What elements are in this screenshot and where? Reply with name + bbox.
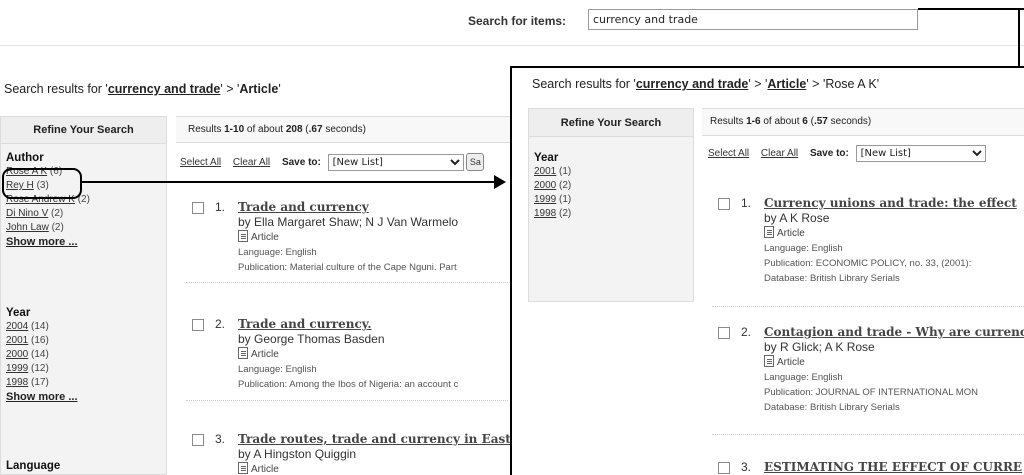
result-type: Article (251, 464, 279, 475)
article-icon (238, 462, 248, 474)
annotation-line (1018, 8, 1020, 70)
clear-all-link[interactable]: Clear All (233, 157, 270, 168)
result-number: 3. (741, 460, 752, 474)
result-checkbox[interactable] (718, 198, 730, 210)
result-number: 1. (741, 196, 752, 210)
result-language: Language: English (238, 247, 317, 258)
save-to-label: Save to: (281, 156, 321, 168)
result-title-link[interactable]: Trade and currency (238, 200, 369, 214)
result-checkbox[interactable] (192, 319, 204, 331)
result-publication: Publication: Among the Ibos of Nigeria: … (238, 379, 459, 390)
annotation-line (918, 8, 1024, 10)
result-authors: by George Thomas Basden (238, 332, 385, 346)
facet-item[interactable]: John Law (2) (6, 221, 90, 235)
facet-item[interactable]: 2001 (1) (534, 165, 571, 179)
query-link[interactable]: currency and trade (108, 82, 221, 96)
result-number: 2. (741, 325, 752, 339)
result-checkbox[interactable] (192, 202, 204, 214)
facet-heading: Author (6, 152, 44, 164)
result-title-link[interactable]: ESTIMATING THE EFFECT OF CURRE (764, 460, 1022, 474)
article-icon (764, 355, 774, 367)
zoomed-results-panel: Search results for 'currency and trade' … (510, 66, 1024, 475)
show-more-link[interactable]: Show more ... (6, 236, 78, 248)
year-facet: Year 2004 (14) 2001 (16) 2000 (14) 1999 … (6, 306, 78, 405)
result-number: 1. (215, 200, 226, 214)
save-to-label: Save to: (809, 148, 849, 159)
save-list-select[interactable]: [New List] (855, 145, 986, 162)
facet-item[interactable]: 2000 (14) (6, 348, 78, 362)
facet-heading: Year (534, 152, 559, 164)
divider (186, 400, 508, 401)
facet-item[interactable]: 1998 (17) (6, 376, 78, 390)
result-publication: Publication: JOURNAL OF INTERNATIONAL MO… (764, 387, 978, 398)
annotation-arrow (82, 181, 496, 183)
results-summary: Results 1-6 of about 6 (.57 seconds) (702, 108, 1024, 136)
result-language: Language: English (764, 243, 843, 254)
result-type: Article (777, 228, 805, 239)
divider (712, 434, 1024, 435)
author-facet: Author Rose A K (6) Rey H (3) Rose Andre… (6, 151, 90, 250)
facet-item[interactable]: 2004 (14) (6, 320, 78, 334)
result-language: Language: English (764, 372, 843, 383)
result-checkbox[interactable] (718, 462, 730, 474)
year-facet: Year 2001 (1) 2000 (2) 1999 (1) 1998 (2) (534, 151, 571, 221)
result-database: Database: British Library Serials (764, 273, 900, 284)
arrow-head-icon (494, 175, 506, 189)
result-title-link[interactable]: Contagion and trade - Why are currenc (764, 325, 1024, 339)
result-number: 3. (215, 432, 226, 446)
result-authors: by A Hingston Quiggin (238, 447, 357, 461)
select-all-link[interactable]: Select All (180, 157, 221, 168)
article-icon (764, 226, 774, 238)
facet-item[interactable]: 1999 (1) (534, 193, 571, 207)
facet-heading: Year (6, 307, 31, 319)
article-icon (238, 347, 248, 359)
facet-item[interactable]: Di Nino V (2) (6, 207, 90, 221)
result-type: Article (251, 232, 279, 243)
result-type: Article (251, 349, 279, 360)
result-database: Database: British Library Serials (764, 402, 900, 413)
save-list-select[interactable]: [New List] (327, 153, 464, 171)
facet-item[interactable]: 2000 (2) (534, 179, 571, 193)
results-toolbar: Select All Clear All Save to: [New List] (708, 145, 986, 162)
result-title-link[interactable]: Trade and currency. (238, 317, 372, 331)
divider (186, 282, 508, 283)
result-number: 2. (215, 317, 226, 331)
result-language: Language: English (238, 364, 317, 375)
refine-title: Refine Your Search (529, 109, 693, 137)
clear-all-link[interactable]: Clear All (761, 148, 798, 159)
results-toolbar: Select All Clear All Save to: [New List]… (180, 153, 485, 171)
facet-crumb: Article (239, 82, 279, 96)
language-facet: Language (6, 459, 60, 473)
article-icon (238, 230, 248, 242)
results-header: Search results for 'currency and trade' … (4, 82, 281, 96)
results-header: Search results for 'currency and trade' … (532, 77, 880, 91)
divider (712, 306, 1024, 307)
refine-title: Refine Your Search (1, 117, 166, 144)
result-type: Article (777, 357, 805, 368)
result-publication: Publication: ECONOMIC POLICY, no. 33, (2… (764, 258, 972, 269)
result-publication: Publication: Material culture of the Cap… (238, 262, 457, 273)
result-authors: by R Glick; A K Rose (764, 340, 875, 354)
save-button[interactable]: Sa (466, 153, 485, 171)
result-title-link[interactable]: Currency unions and trade: the effect (764, 196, 1017, 210)
facet-item[interactable]: 2001 (16) (6, 334, 78, 348)
result-checkbox[interactable] (718, 327, 730, 339)
search-label: Search for items: (468, 14, 567, 28)
query-link[interactable]: currency and trade (636, 77, 749, 91)
result-authors: by Ella Margaret Shaw; N J Van Warmelo (238, 215, 459, 229)
show-more-link[interactable]: Show more ... (6, 391, 78, 403)
search-input[interactable] (588, 9, 918, 30)
result-authors: by A K Rose (764, 211, 830, 225)
facet-item[interactable]: 1998 (2) (534, 207, 571, 221)
facet-heading: Language (6, 460, 61, 472)
result-checkbox[interactable] (192, 434, 204, 446)
result-title-link[interactable]: Trade routes, trade and currency in East (238, 432, 511, 446)
annotation-highlight-box (2, 168, 82, 199)
facet-crumb-link[interactable]: Article (767, 77, 806, 91)
facet-item[interactable]: 1999 (12) (6, 362, 78, 376)
results-summary: Results 1-10 of about 208 (.67 seconds) (176, 116, 516, 143)
top-search-bar: Search for items: (0, 0, 1024, 46)
select-all-link[interactable]: Select All (708, 148, 749, 159)
